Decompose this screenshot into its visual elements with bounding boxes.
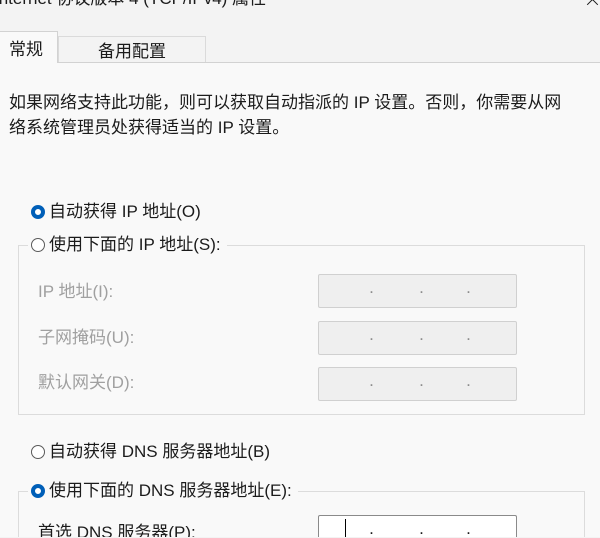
radio-label: 自动获得 DNS 服务器地址(B) bbox=[49, 442, 270, 461]
close-button[interactable] bbox=[585, 0, 600, 7]
description-line: 络系统管理员处获得适当的 IP 设置。 bbox=[9, 118, 290, 137]
ip-separator: . bbox=[369, 371, 374, 390]
default-gateway-input[interactable]: . . . bbox=[318, 367, 517, 401]
radio-button[interactable] bbox=[31, 445, 45, 459]
ip-octet[interactable] bbox=[473, 327, 513, 343]
title-bar: Internet 协议版本 4 (TCP/IPv4) 属性 bbox=[0, 0, 600, 28]
radio-button[interactable] bbox=[31, 238, 45, 252]
ip-octet[interactable] bbox=[426, 280, 464, 296]
ip-octet[interactable] bbox=[323, 373, 367, 389]
ip-separator: . bbox=[369, 325, 374, 344]
tab-label: 常规 bbox=[9, 40, 43, 59]
ip-octet[interactable] bbox=[377, 521, 417, 537]
radio-button[interactable] bbox=[31, 484, 45, 498]
ip-separator: . bbox=[369, 519, 374, 538]
window-title: Internet 协议版本 4 (TCP/IPv4) 属性 bbox=[0, 0, 266, 9]
ip-octet[interactable] bbox=[323, 327, 367, 343]
ip-separator: . bbox=[419, 325, 424, 344]
ip-octet[interactable] bbox=[473, 373, 513, 389]
close-icon bbox=[585, 0, 600, 7]
ip-octet[interactable] bbox=[323, 280, 367, 296]
ip-separator: . bbox=[466, 519, 471, 538]
ip-octet[interactable] bbox=[377, 373, 417, 389]
radio-obtain-ip-auto[interactable]: 自动获得 IP 地址(O) bbox=[28, 202, 207, 222]
ip-octet[interactable] bbox=[377, 280, 417, 296]
description-text: 如果网络支持此功能，则可以获取自动指派的 IP 设置。否则，你需要从网 络系统管… bbox=[9, 90, 561, 140]
text-caret bbox=[345, 519, 346, 537]
tab-label: 备用配置 bbox=[98, 42, 166, 61]
ip-address-label: IP 地址(I): bbox=[38, 282, 114, 301]
description-line: 如果网络支持此功能，则可以获取自动指派的 IP 设置。否则，你需要从网 bbox=[9, 93, 562, 112]
ip-separator: . bbox=[369, 278, 374, 297]
ip-separator: . bbox=[419, 519, 424, 538]
ip-octet[interactable] bbox=[426, 521, 464, 537]
ip-octet[interactable] bbox=[426, 327, 464, 343]
radio-obtain-dns-auto[interactable]: 自动获得 DNS 服务器地址(B) bbox=[28, 442, 276, 462]
radio-button[interactable] bbox=[31, 205, 45, 219]
ip-octet[interactable] bbox=[473, 521, 513, 537]
tab-alternate-configuration[interactable]: 备用配置 bbox=[58, 36, 206, 62]
preferred-dns-label: 首选 DNS 服务器(P): bbox=[38, 523, 196, 537]
subnet-mask-input[interactable]: . . . bbox=[318, 321, 517, 355]
ip-separator: . bbox=[419, 278, 424, 297]
ip-separator: . bbox=[419, 371, 424, 390]
ip-octet[interactable] bbox=[426, 373, 464, 389]
radio-label: 使用下面的 DNS 服务器地址(E): bbox=[49, 481, 292, 500]
tab-page-general: 如果网络支持此功能，则可以获取自动指派的 IP 设置。否则，你需要从网 络系统管… bbox=[0, 62, 600, 537]
radio-label: 使用下面的 IP 地址(S): bbox=[49, 235, 221, 254]
radio-use-following-dns[interactable]: 使用下面的 DNS 服务器地址(E): bbox=[28, 481, 298, 501]
ip-separator: . bbox=[466, 371, 471, 390]
radio-use-following-ip[interactable]: 使用下面的 IP 地址(S): bbox=[28, 235, 227, 255]
default-gateway-label: 默认网关(D): bbox=[38, 373, 135, 392]
radio-label: 自动获得 IP 地址(O) bbox=[49, 202, 201, 221]
ip-separator: . bbox=[466, 278, 471, 297]
tab-general[interactable]: 常规 bbox=[0, 31, 58, 63]
preferred-dns-input[interactable]: . . . bbox=[318, 515, 517, 537]
ip-address-input[interactable]: . . . bbox=[318, 274, 517, 308]
ip-octet[interactable] bbox=[377, 327, 417, 343]
subnet-mask-label: 子网掩码(U): bbox=[38, 328, 135, 347]
ip-octet[interactable] bbox=[473, 280, 513, 296]
ip-separator: . bbox=[466, 325, 471, 344]
